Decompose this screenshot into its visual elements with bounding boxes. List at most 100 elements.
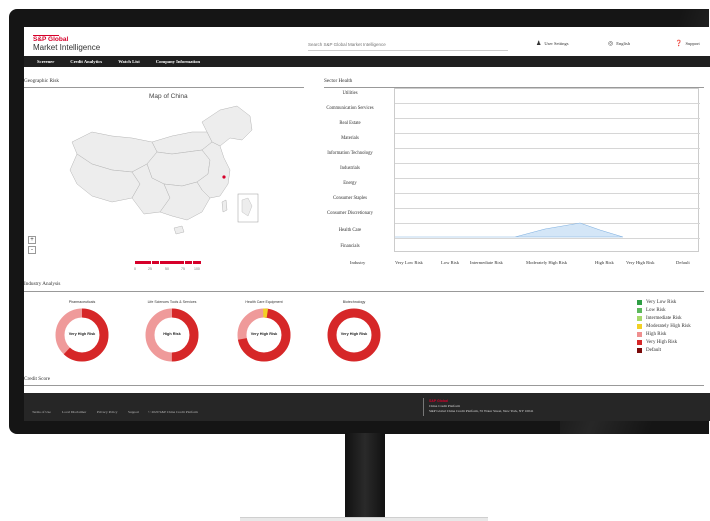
- industry-divider: [24, 291, 704, 292]
- donut-risk-label: Very High Risk: [340, 332, 368, 336]
- main-nav: Screener Credit Analytics Watch List Com…: [24, 56, 710, 67]
- axis-risk-level: Moderately High Risk: [526, 260, 568, 265]
- legend-moderately-high-risk[interactable]: Moderately High Risk: [637, 324, 691, 329]
- legend-swatch: [637, 324, 642, 329]
- axis-risk-level: Low Risk: [441, 260, 459, 265]
- donut-title: Biotechnology: [342, 300, 366, 304]
- footer-terms-link[interactable]: Terms of Use: [32, 410, 51, 414]
- legend-very-high-risk[interactable]: Very High Risk: [637, 340, 677, 345]
- axis-risk-level: Very Low Risk: [395, 260, 423, 265]
- footer: [24, 393, 710, 421]
- zoom-in-button[interactable]: +: [28, 236, 36, 244]
- sector-health-chart: [394, 88, 700, 252]
- map-region-taiwan[interactable]: [221, 199, 228, 213]
- axis-risk-level: Very High Risk: [626, 260, 655, 265]
- legend-high-risk[interactable]: High Risk: [637, 332, 666, 337]
- sector-consumer-staples[interactable]: Consumer Staples: [308, 196, 392, 201]
- risk-color-scale: [135, 261, 201, 264]
- zoom-out-button[interactable]: -: [28, 246, 36, 254]
- legend-label: Very Low Risk: [646, 300, 677, 305]
- legend-swatch: [637, 316, 642, 321]
- user-settings-label: User Settings: [544, 41, 569, 46]
- sector-information-technology[interactable]: Information Technology: [308, 151, 392, 156]
- axis-title: Industry: [350, 260, 366, 265]
- scale-label: 0: [134, 267, 136, 271]
- footer-separator: [423, 398, 424, 416]
- footer-platform-name: China Credit Platform: [429, 404, 461, 408]
- donut-title: Life Sciences Tools & Services: [147, 300, 197, 304]
- nav-watch-list[interactable]: Watch List: [110, 56, 148, 67]
- legend-swatch: [637, 308, 642, 313]
- health-care-area: [395, 222, 624, 238]
- globe-icon: ◎: [608, 41, 614, 47]
- legend-label: Very High Risk: [646, 340, 678, 345]
- donut-risk-label: Very High Risk: [68, 332, 96, 336]
- sector-real-estate[interactable]: Real Estate: [308, 121, 392, 126]
- legend-label: Low Risk: [646, 308, 666, 313]
- sector-health-care[interactable]: Health Care: [308, 228, 392, 233]
- sector-energy[interactable]: Energy: [308, 181, 392, 186]
- risk-hotspot-marker[interactable]: [222, 175, 226, 179]
- scale-label: 50: [165, 267, 169, 271]
- sector-financials[interactable]: Financials: [308, 244, 392, 249]
- axis-risk-level: Default: [676, 260, 690, 265]
- sector-health-title: Sector Health: [324, 78, 353, 84]
- china-map[interactable]: [52, 102, 292, 252]
- legend-swatch: [637, 332, 642, 337]
- scale-label: 75: [181, 267, 185, 271]
- map-title: Map of China: [149, 93, 188, 100]
- nav-company-information[interactable]: Company Information: [148, 56, 208, 67]
- sector-communication-services[interactable]: Communication Services: [308, 106, 392, 111]
- user-settings-link[interactable]: ♟ User Settings: [536, 40, 569, 47]
- legend-low-risk[interactable]: Low Risk: [637, 308, 666, 313]
- search-input[interactable]: [308, 39, 508, 51]
- legend-label: Moderately High Risk: [646, 324, 691, 329]
- legend-default[interactable]: Default: [637, 348, 661, 353]
- sector-utilities[interactable]: Utilities: [308, 91, 392, 96]
- top-bar: S&P Global Market Intelligence ♟ User Se…: [24, 27, 710, 56]
- logo-subtitle[interactable]: Market Intelligence: [33, 43, 100, 52]
- donut-risk-label: Very High Risk: [250, 332, 278, 336]
- help-icon: ❓: [675, 41, 683, 47]
- legend-label: Default: [646, 348, 661, 353]
- donut-title: Health Care Equipment: [245, 300, 283, 304]
- footer-address: S&P Global China Credit Platform, 55 Wat…: [429, 409, 534, 413]
- footer-logo: S&P Global: [429, 399, 448, 403]
- credit-divider: [24, 385, 704, 386]
- footer-support-link[interactable]: Support: [128, 410, 139, 414]
- geo-divider: [24, 87, 304, 88]
- support-link[interactable]: ❓ Support: [675, 40, 700, 47]
- donut-title: Pharmaceuticals: [68, 300, 96, 304]
- legend-label: High Risk: [646, 332, 667, 337]
- donut-risk-label: High Risk: [163, 332, 181, 336]
- footer-copyright: © 2020 S&P China Credit Platform: [148, 410, 198, 414]
- language-link[interactable]: ◎ English: [608, 40, 630, 47]
- footer-privacy-link[interactable]: Privacy Policy: [97, 410, 118, 414]
- south-china-sea-inset: [237, 193, 259, 223]
- legend-swatch: [637, 348, 642, 353]
- nav-screener[interactable]: Screener: [24, 56, 62, 67]
- legend-swatch: [637, 340, 642, 345]
- credit-score-title: Credit Score: [24, 376, 51, 382]
- footer-disclaimer-link[interactable]: Local Disclaimer: [62, 410, 86, 414]
- user-icon: ♟: [536, 41, 542, 47]
- sector-materials[interactable]: Materials: [308, 136, 392, 141]
- scale-label: 25: [148, 267, 152, 271]
- logo-brand[interactable]: S&P Global: [33, 36, 68, 43]
- axis-risk-level: High Risk: [595, 260, 614, 265]
- sector-industrials[interactable]: Industrials: [308, 166, 392, 171]
- monitor-base: [240, 517, 488, 521]
- axis-risk-level: Intermediate Risk: [470, 260, 503, 265]
- monitor-stand: [345, 433, 385, 521]
- language-label: English: [616, 41, 631, 46]
- geographic-risk-title: Geographic Risk: [24, 78, 60, 84]
- legend-swatch: [637, 300, 642, 305]
- legend-intermediate-risk[interactable]: Intermediate Risk: [637, 316, 682, 321]
- app-screen: S&P Global Market Intelligence ♟ User Se…: [24, 27, 710, 421]
- legend-very-low-risk[interactable]: Very Low Risk: [637, 300, 676, 305]
- nav-credit-analytics[interactable]: Credit Analytics: [62, 56, 110, 67]
- industry-analysis-title: Industry Analysis: [24, 281, 61, 287]
- support-label: Support: [685, 41, 700, 46]
- map-region-hainan[interactable]: [173, 225, 185, 235]
- sector-consumer-discretionary[interactable]: Consumer Discretionary: [308, 211, 392, 216]
